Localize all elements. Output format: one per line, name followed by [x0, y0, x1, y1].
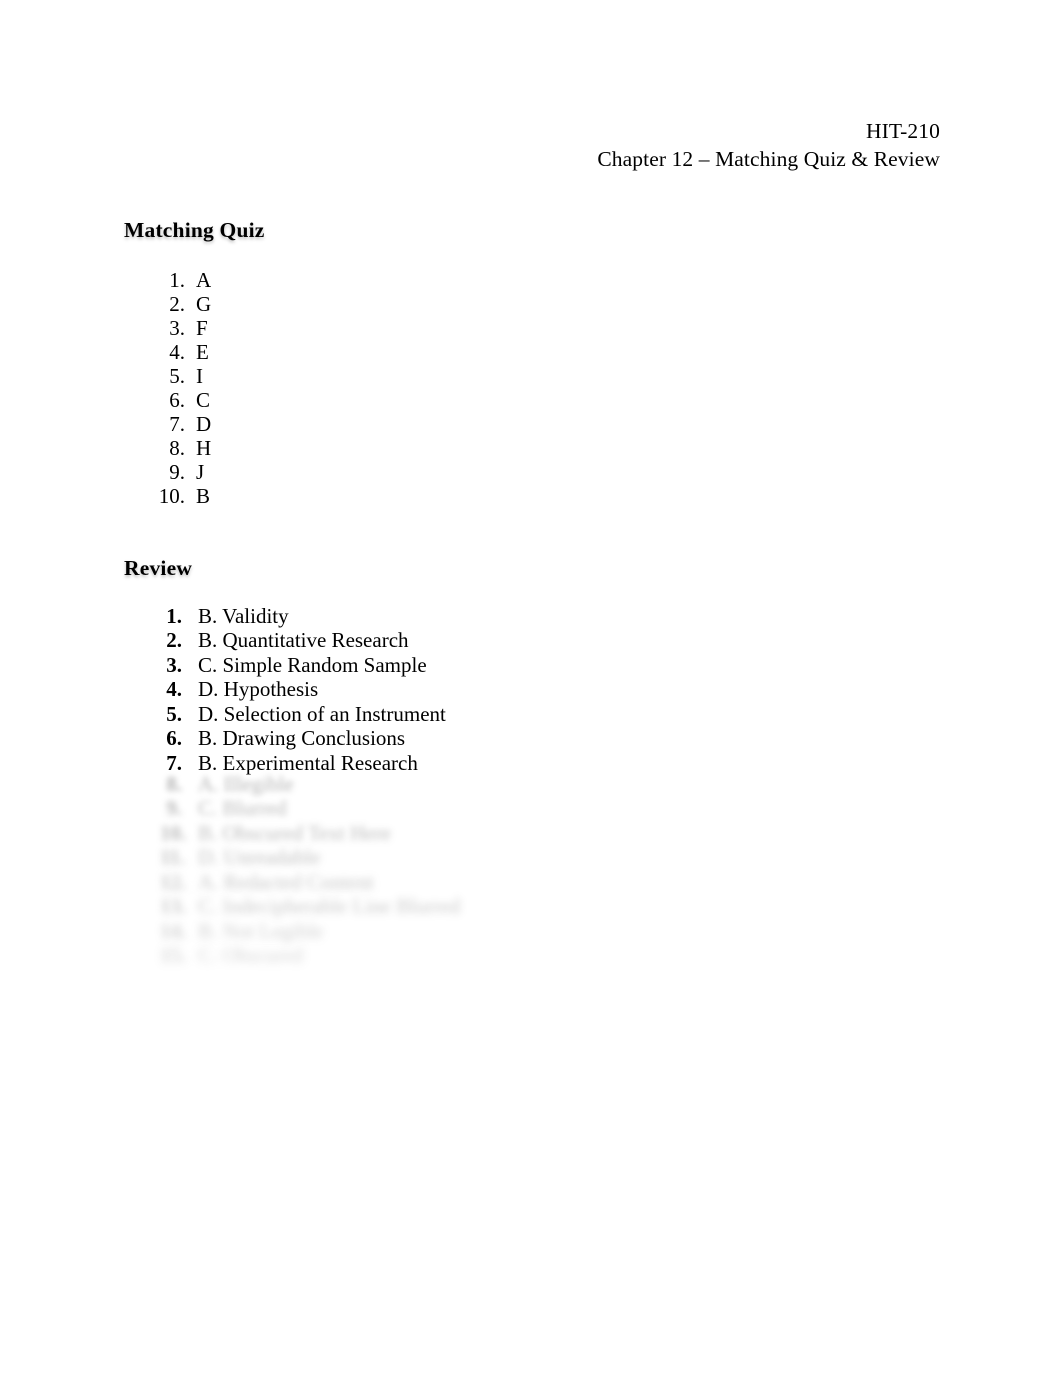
- list-item-number: 4.: [169, 340, 185, 365]
- list-item-number: 9.: [166, 796, 182, 821]
- list-item-answer: D. Selection of an Instrument: [198, 701, 446, 726]
- list-item-number: 1.: [169, 268, 185, 292]
- list-item: 2. B. Quantitative Research: [160, 628, 446, 652]
- list-item-number: 4.: [166, 677, 182, 702]
- list-item: 1. B. Validity: [160, 604, 446, 628]
- list-item: 1. A: [152, 268, 211, 292]
- list-item-number: 3.: [166, 652, 182, 677]
- list-item-answer: A: [196, 268, 212, 292]
- list-item-answer: B. Drawing Conclusions: [198, 726, 406, 751]
- list-item-obscured: 11. D. Unreadable: [160, 845, 460, 869]
- list-item-number: 1.: [166, 604, 182, 628]
- list-item-answer: H: [196, 436, 212, 461]
- list-item-obscured: 15. C. Obscured: [160, 943, 460, 967]
- list-item: 9. J: [152, 460, 211, 484]
- list-item: 6. C: [152, 388, 211, 412]
- list-item-answer: A. Redacted Content: [198, 869, 374, 894]
- list-item-answer: D. Unreadable: [198, 845, 321, 870]
- list-item-answer: B. Validity: [198, 604, 289, 628]
- list-item-answer: J: [196, 460, 205, 485]
- list-item-number: 12.: [160, 869, 187, 894]
- list-item-number: 11.: [160, 845, 186, 870]
- list-item-number: 2.: [169, 292, 185, 317]
- document-header: HIT-210 Chapter 12 – Matching Quiz & Rev…: [597, 118, 940, 174]
- review-list-obscured: 8. A. Illegible 9. C. Blurred 10. B. Obs…: [160, 772, 460, 968]
- list-item-obscured: 14. B. Not Legible: [160, 919, 460, 943]
- list-item-number: 15.: [160, 943, 187, 968]
- list-item-answer: B. Not Legible: [198, 918, 324, 943]
- list-item-number: 7.: [169, 412, 185, 437]
- list-item-answer: G: [196, 292, 212, 317]
- list-item-answer: C: [196, 388, 211, 413]
- list-item-answer: A. Illegible: [198, 772, 294, 796]
- list-item-obscured: 8. A. Illegible: [160, 772, 460, 796]
- list-item-answer: I: [196, 364, 203, 389]
- list-item-answer: B. Quantitative Research: [198, 628, 409, 653]
- list-item-number: 10.: [158, 484, 185, 509]
- list-item-obscured: 10. B. Obscured Text Here: [160, 821, 460, 845]
- list-item: 4. E: [152, 340, 211, 364]
- list-item-number: 13.: [160, 894, 187, 919]
- list-item: 10. B: [152, 484, 211, 508]
- list-item-number: 6.: [166, 726, 182, 751]
- list-item-number: 5.: [166, 701, 182, 726]
- list-item: 3. C. Simple Random Sample: [160, 653, 446, 677]
- list-item-answer: B. Obscured Text Here: [198, 820, 391, 845]
- list-item-answer: E: [196, 340, 209, 365]
- list-item-number: 10.: [160, 820, 187, 845]
- list-item-number: 5.: [169, 364, 185, 389]
- list-item-obscured: 12. A. Redacted Content: [160, 870, 460, 894]
- list-item-answer: B: [196, 484, 211, 509]
- list-item-answer: C. Obscured: [198, 943, 303, 968]
- list-item-answer: F: [196, 316, 208, 341]
- list-item-answer: D. Hypothesis: [198, 677, 319, 702]
- review-heading: Review: [124, 556, 193, 580]
- document-page: HIT-210 Chapter 12 – Matching Quiz & Rev…: [0, 0, 1062, 1377]
- matching-quiz-list: 1. A 2. G 3. F 4. E 5. I 6. C 7. D 8. H: [152, 268, 211, 508]
- list-item: 8. H: [152, 436, 211, 460]
- list-item-obscured: 9. C. Blurred: [160, 796, 460, 820]
- list-item-number: 9.: [169, 460, 185, 485]
- document-subtitle: Chapter 12 – Matching Quiz & Review: [597, 146, 940, 171]
- list-item: 5. I: [152, 364, 211, 388]
- list-item-number: 6.: [169, 388, 185, 413]
- list-item: 6. B. Drawing Conclusions: [160, 726, 446, 750]
- review-list: 1. B. Validity 2. B. Quantitative Resear…: [160, 604, 446, 775]
- list-item: 3. F: [152, 316, 211, 340]
- list-item-number: 8.: [166, 772, 182, 796]
- matching-quiz-heading: Matching Quiz: [124, 218, 265, 242]
- list-item-number: 3.: [169, 316, 185, 341]
- list-item: 5. D. Selection of an Instrument: [160, 702, 446, 726]
- list-item-number: 14.: [160, 918, 187, 943]
- list-item: 2. G: [152, 292, 211, 316]
- list-item-answer: C. Simple Random Sample: [198, 652, 427, 677]
- list-item-obscured: 13. C. Indecipherable Line Blurred: [160, 894, 460, 918]
- course-code: HIT-210: [866, 119, 940, 143]
- list-item-number: 2.: [166, 628, 182, 653]
- list-item: 7. D: [152, 412, 211, 436]
- list-item: 4. D. Hypothesis: [160, 677, 446, 701]
- list-item-number: 8.: [169, 436, 185, 461]
- list-item-answer: C. Blurred: [198, 796, 287, 821]
- list-item-answer: C. Indecipherable Line Blurred: [198, 894, 461, 919]
- list-item-answer: D: [196, 412, 212, 437]
